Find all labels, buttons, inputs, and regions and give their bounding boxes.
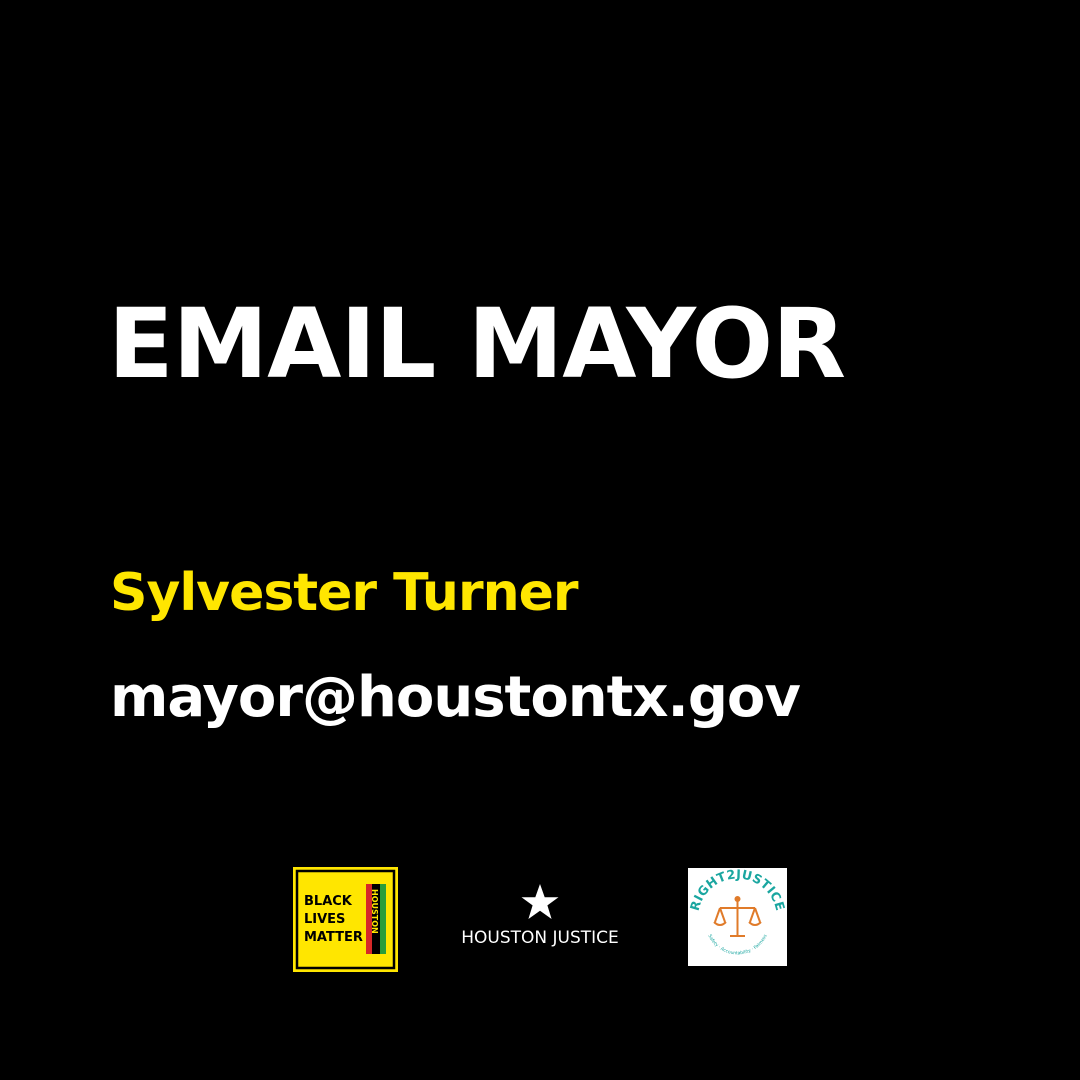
headline-email-mayor: EMAIL MAYOR: [108, 288, 846, 400]
mayor-name: Sylvester Turner: [110, 563, 579, 623]
blm-side-text: HOUSTON: [370, 889, 379, 934]
houston-justice-logo: HOUSTON JUSTICE: [440, 880, 640, 955]
blm-line-2: LIVES: [304, 912, 345, 927]
mayor-email-link[interactable]: mayor@houstontx.gov: [110, 670, 801, 726]
houston-justice-text: HOUSTON JUSTICE: [461, 928, 619, 948]
blm-line-3: MATTER: [304, 930, 363, 945]
star-icon: [521, 884, 559, 919]
black-lives-matter-houston-logo: BLACK LIVES MATTER HOUSTON: [293, 867, 398, 972]
blm-line-1: BLACK: [304, 894, 353, 909]
right2justice-logo: RIGHT2JUSTICE Safety · Accountability · …: [688, 868, 787, 966]
